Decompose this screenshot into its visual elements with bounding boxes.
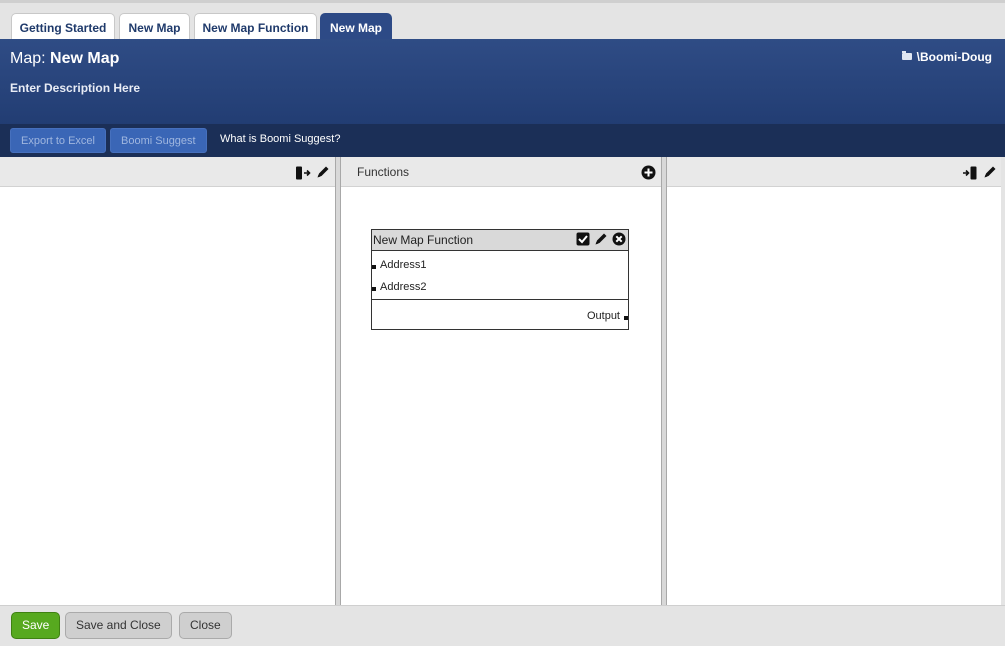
destination-profile-icon[interactable] [962, 166, 978, 180]
footer-bar: Save Save and Close Close [0, 605, 1005, 646]
close-circle-icon[interactable] [612, 232, 626, 246]
save-and-close-button[interactable]: Save and Close [65, 612, 172, 639]
folder-path[interactable]: \Boomi-Doug [901, 50, 992, 64]
function-output[interactable]: Output [587, 310, 620, 322]
source-panel [0, 157, 335, 606]
destination-panel [667, 157, 1001, 606]
what-is-boomi-suggest-link[interactable]: What is Boomi Suggest? [220, 133, 340, 145]
input-port-address1[interactable] [372, 265, 376, 269]
function-input-address1[interactable]: Address1 [380, 259, 426, 271]
boomi-suggest-button[interactable]: Boomi Suggest [110, 128, 207, 153]
tab-new-map-function[interactable]: New Map Function [194, 13, 317, 42]
functions-title: Functions [357, 165, 410, 179]
input-port-address2[interactable] [372, 287, 376, 291]
tab-bar: Getting Started New Map New Map Function… [0, 0, 1005, 42]
map-function-box[interactable]: New Map Function Address1 Address2 Outpu… [371, 229, 629, 330]
functions-panel-header: Functions [341, 157, 661, 187]
export-to-excel-button[interactable]: Export to Excel [10, 128, 106, 153]
close-button[interactable]: Close [179, 612, 232, 639]
save-button[interactable]: Save [11, 612, 61, 639]
map-header: Map: New Map Enter Description Here \Boo… [0, 39, 1005, 125]
page-title: Map: New Map [10, 50, 119, 68]
source-panel-header [0, 157, 335, 187]
functions-panel: Functions New Map Function Address1 Addr… [341, 157, 661, 606]
function-input-address2[interactable]: Address2 [380, 281, 426, 293]
edit-icon[interactable] [316, 165, 330, 179]
tab-getting-started[interactable]: Getting Started [11, 13, 115, 42]
map-description[interactable]: Enter Description Here [10, 81, 140, 95]
output-port[interactable] [624, 316, 628, 320]
map-toolbar: Export to Excel Boomi Suggest What is Bo… [0, 124, 1005, 157]
function-box-header[interactable]: New Map Function [372, 230, 628, 251]
folder-path-label: \Boomi-Doug [916, 50, 992, 64]
source-profile-icon[interactable] [295, 166, 311, 180]
function-box-title: New Map Function [373, 233, 474, 247]
destination-panel-header [667, 157, 1001, 187]
tab-new-map[interactable]: New Map [119, 13, 190, 42]
function-box-divider [372, 299, 628, 300]
add-function-icon[interactable] [641, 165, 656, 180]
map-label: Map: [10, 50, 46, 67]
folder-icon [901, 51, 912, 60]
edit-icon[interactable] [983, 165, 997, 179]
edit-function-icon[interactable] [594, 232, 608, 246]
map-name[interactable]: New Map [50, 50, 119, 67]
tab-new-map-active[interactable]: New Map [320, 13, 392, 42]
checkmark-icon[interactable] [576, 232, 590, 246]
